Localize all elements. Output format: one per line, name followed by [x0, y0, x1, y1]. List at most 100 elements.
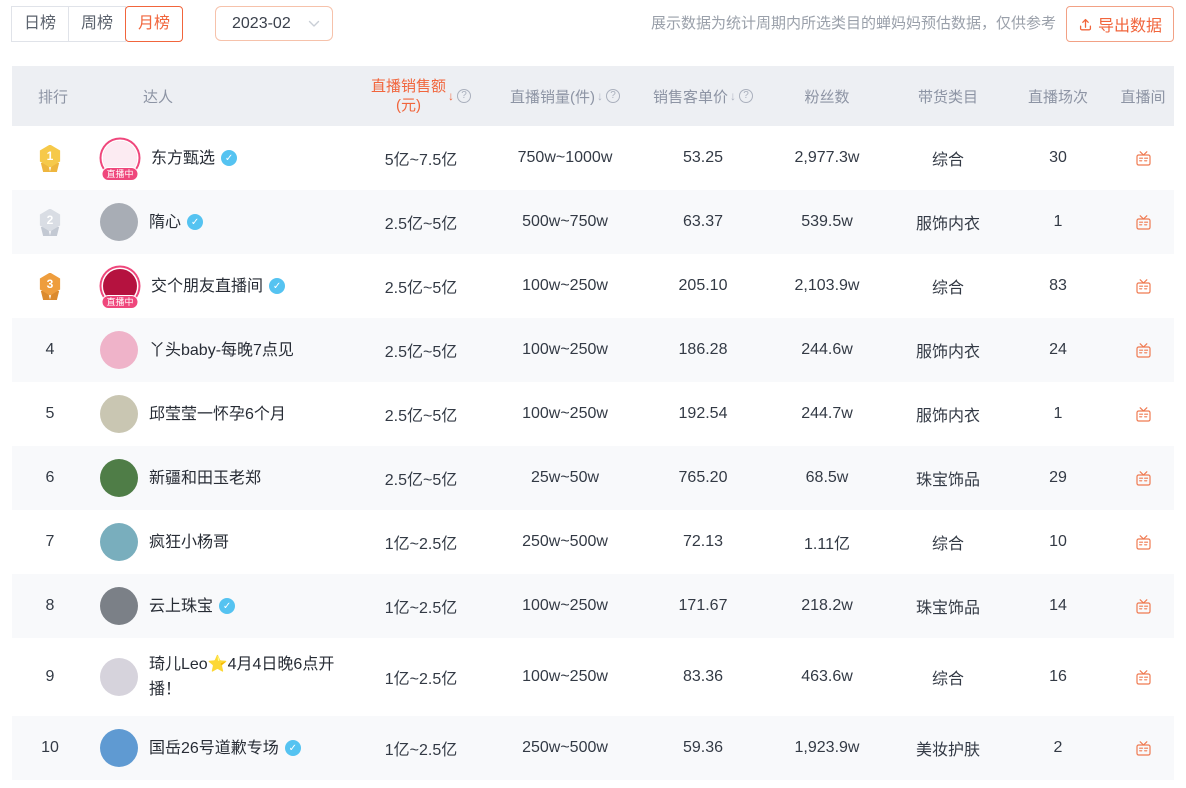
category-value: 服饰内衣: [915, 216, 980, 233]
avatar-image: [100, 331, 138, 369]
period-tab[interactable]: 日榜: [11, 6, 69, 42]
live-room-icon[interactable]: [1135, 470, 1152, 487]
sales-value: 2.5亿~5亿: [384, 472, 458, 489]
price-value: 83.36: [682, 668, 724, 685]
sort-desc-icon[interactable]: ↓: [597, 89, 603, 103]
live-room-icon[interactable]: [1135, 342, 1152, 359]
table-row[interactable]: 5 5 直播中 邱莹莹一怀孕6个月 ✓ 2.5亿~5亿 100w~250w 19…: [12, 382, 1174, 446]
sort-desc-icon[interactable]: ↓: [730, 89, 736, 103]
table-row[interactable]: 4 4 直播中 丫头baby-每晚7点见 ✓ 2.5亿~5亿 100w~250w…: [12, 318, 1174, 382]
talent-name[interactable]: 邱莹莹一怀孕6个月: [149, 388, 286, 441]
export-data-label: 导出数据: [1097, 18, 1162, 35]
talent-cell: 直播中 东方甄选 ✓: [88, 132, 356, 185]
rank-cell: 7 7: [12, 533, 88, 551]
table-row[interactable]: 6 6 直播中 新疆和田玉老郑 ✓ 2.5亿~5亿 25w~50w 765.20…: [12, 446, 1174, 510]
rank-number: 5: [45, 405, 55, 422]
price-value: 765.20: [678, 469, 728, 486]
fans-value: 2,103.9w: [794, 277, 860, 294]
avatar[interactable]: 直播中: [100, 395, 138, 433]
table-row[interactable]: 7 7 直播中 疯狂小杨哥 ✓ 1亿~2.5亿 250w~500w 72.13 …: [12, 510, 1174, 574]
liveroom-cell: [1112, 669, 1174, 686]
live-room-icon[interactable]: [1135, 278, 1152, 295]
avatar-image: [100, 523, 138, 561]
avatar[interactable]: 直播中: [100, 658, 138, 696]
avatar[interactable]: 直播中: [101, 269, 139, 309]
talent-name[interactable]: 新疆和田玉老郑: [149, 452, 261, 505]
talent-name[interactable]: 琦儿Leo⭐4月4日晚6点开播！: [149, 638, 354, 716]
table-row[interactable]: 10 10 直播中 国岳26号道歉专场 ✓ 1亿~2.5亿 250w~500w …: [12, 716, 1174, 780]
category-value: 珠宝饰品: [915, 600, 980, 617]
period-tab[interactable]: 月榜: [125, 6, 183, 42]
live-room-icon[interactable]: [1135, 150, 1152, 167]
avatar[interactable]: 直播中: [100, 587, 138, 625]
avatar[interactable]: 直播中: [100, 331, 138, 369]
rank-cell: 8 8: [12, 597, 88, 615]
help-icon[interactable]: ?: [457, 89, 471, 103]
rank-number: 4: [45, 341, 55, 358]
volume-value: 25w~50w: [530, 469, 600, 486]
talent-name[interactable]: 交个朋友直播间: [151, 260, 263, 313]
live-room-icon[interactable]: [1135, 669, 1152, 686]
talent-name[interactable]: 云上珠宝: [149, 580, 213, 633]
category-value: 服饰内衣: [915, 344, 980, 361]
sessions-value: 1: [1053, 405, 1063, 422]
help-icon[interactable]: ?: [606, 89, 620, 103]
sessions-value: 16: [1049, 668, 1067, 685]
volume-value: 100w~250w: [522, 277, 608, 294]
live-room-icon[interactable]: [1135, 214, 1152, 231]
table-row[interactable]: 9 9 直播中 琦儿Leo⭐4月4日晚6点开播！ ✓ 1亿~2.5亿 100w~…: [12, 638, 1174, 716]
avatar[interactable]: 直播中: [101, 141, 139, 181]
avatar[interactable]: 直播中: [100, 459, 138, 497]
talent-name[interactable]: 丫头baby-每晚7点见: [149, 324, 294, 377]
date-select[interactable]: 2023-02: [215, 6, 333, 41]
table-row[interactable]: 2 2 直播中 隋心 ✓ 2.5亿~5亿 500w~750w 63.37 539…: [12, 190, 1174, 254]
avatar[interactable]: 直播中: [100, 729, 138, 767]
column-header-unit-price[interactable]: 销售客单价 ↓ ?: [644, 86, 762, 107]
talent-name[interactable]: 疯狂小杨哥: [149, 516, 229, 569]
rank-number: 10: [41, 739, 59, 756]
live-room-icon[interactable]: [1135, 598, 1152, 615]
rank-number: 9: [45, 668, 55, 685]
live-room-icon[interactable]: [1135, 406, 1152, 423]
column-header-volume[interactable]: 直播销量(件) ↓ ?: [486, 86, 644, 107]
liveroom-cell: [1112, 150, 1174, 167]
rank-number: 8: [45, 597, 55, 614]
talent-name[interactable]: 东方甄选: [151, 132, 215, 185]
chevron-down-icon: [308, 20, 320, 27]
volume-value: 250w~500w: [522, 739, 608, 756]
sort-desc-icon[interactable]: ↓: [448, 89, 454, 103]
help-icon[interactable]: ?: [739, 89, 753, 103]
fans-value: 2,977.3w: [794, 149, 860, 166]
rank-cell: 2 2: [12, 208, 88, 236]
avatar-image: [100, 658, 138, 696]
period-tab[interactable]: 周榜: [68, 6, 126, 42]
sessions-value: 2: [1053, 739, 1063, 756]
table-row[interactable]: 8 8 直播中 云上珠宝 ✓ 1亿~2.5亿 100w~250w 171.67 …: [12, 574, 1174, 638]
verified-badge-icon: ✓: [221, 150, 238, 166]
fans-value: 1,923.9w: [794, 739, 860, 756]
liveroom-cell: [1112, 598, 1174, 615]
price-value: 192.54: [678, 405, 728, 422]
price-value: 205.10: [678, 277, 728, 294]
verified-badge-icon: ✓: [219, 598, 236, 614]
rank-cell: 1 1: [12, 144, 88, 172]
price-value: 186.28: [678, 341, 728, 358]
volume-value: 100w~250w: [522, 597, 608, 614]
table-row[interactable]: 1 1 直播中 东方甄选 ✓ 5亿~7.5亿 750w~1000w 53.25 …: [12, 126, 1174, 190]
export-data-button[interactable]: 导出数据: [1065, 6, 1174, 42]
live-room-icon[interactable]: [1135, 534, 1152, 551]
talent-cell: 直播中 疯狂小杨哥 ✓: [88, 516, 356, 569]
avatar[interactable]: 直播中: [100, 523, 138, 561]
data-disclaimer-note: 展示数据为统计周期内所选类目的蝉妈妈预估数据，仅供参考: [650, 15, 1056, 32]
table-row[interactable]: 3 3 直播中 交个朋友直播间 ✓ 2.5亿~5亿 100w~250w 205.…: [12, 254, 1174, 318]
column-header-sales[interactable]: 直播销售额 (元) ↓ ?: [356, 77, 486, 115]
avatar-image: [100, 203, 138, 241]
avatar[interactable]: 直播中: [100, 203, 138, 241]
sales-header-line2: (元): [395, 97, 421, 114]
live-room-icon[interactable]: [1135, 740, 1152, 757]
avatar-image: [100, 459, 138, 497]
talent-name[interactable]: 国岳26号道歉专场: [149, 722, 279, 775]
talent-name[interactable]: 隋心: [149, 196, 181, 249]
category-value: 综合: [931, 152, 964, 169]
sessions-value: 24: [1049, 341, 1067, 358]
